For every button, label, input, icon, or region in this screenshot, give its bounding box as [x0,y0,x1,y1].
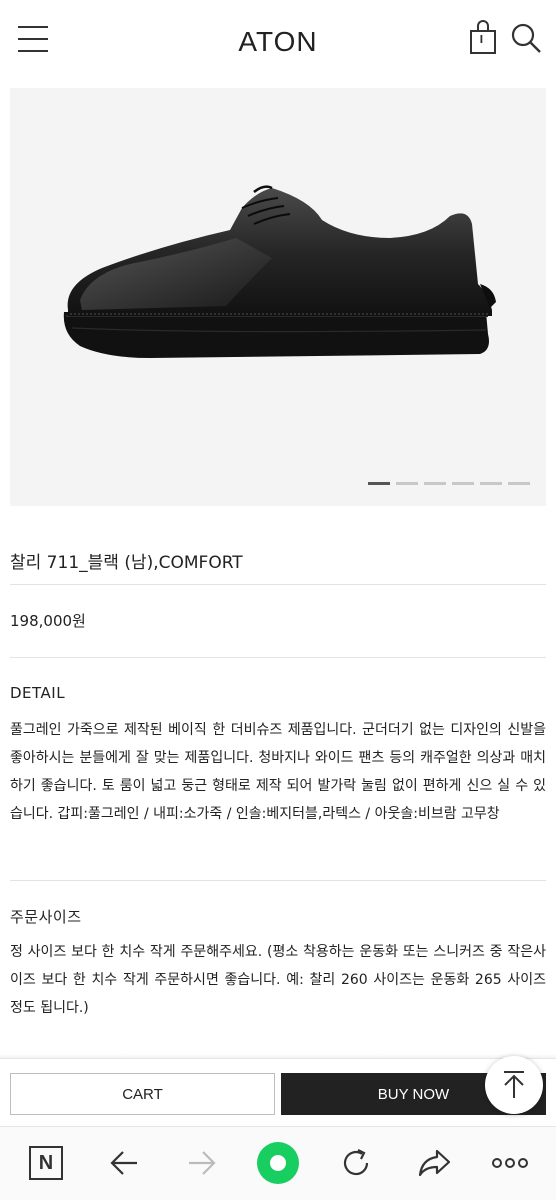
carousel-dot[interactable] [452,482,474,485]
back-arrow-icon [110,1151,137,1175]
product-title: 찰리 711_블랙 (남),COMFORT [10,553,243,573]
divider [10,880,546,881]
share-icon [418,1149,451,1177]
product-image [63,185,496,358]
add-to-cart-button[interactable]: CART [10,1073,275,1115]
shopping-bag-icon[interactable] [468,20,498,56]
detail-heading: DETAIL [10,684,66,702]
forward-arrow-icon [189,1151,216,1175]
carousel-dot[interactable] [424,482,446,485]
green-circle-icon [257,1142,299,1184]
product-price: 198,000원 [10,612,86,630]
browser-navigation-bar: N [0,1126,556,1200]
site-header: ATON [0,0,556,88]
more-dots-icon [492,1158,528,1168]
search-icon[interactable] [510,22,542,54]
carousel-indicator [368,482,530,485]
scroll-to-top-button[interactable] [485,1056,543,1114]
purchase-action-bar: CART BUY NOW [0,1058,556,1126]
size-info-heading: 주문사이즈 [10,908,82,926]
share-button[interactable] [412,1141,456,1185]
divider [10,584,546,585]
carousel-dot[interactable] [396,482,418,485]
refresh-button[interactable] [334,1141,378,1185]
carousel-dot[interactable] [480,482,502,485]
carousel-dot[interactable] [508,482,530,485]
product-image-carousel[interactable] [10,88,546,506]
arrow-up-to-top-icon [504,1071,524,1098]
more-button[interactable] [488,1141,532,1185]
detail-description: 풀그레인 가죽으로 제작된 베이직 한 더비슈즈 제품입니다. 군더더기 없는 … [10,722,546,822]
naver-n-icon: N [29,1146,63,1180]
back-button[interactable] [102,1141,146,1185]
forward-button[interactable] [180,1141,224,1185]
refresh-icon [343,1149,369,1176]
carousel-dot-active[interactable] [368,482,390,485]
size-info-description: 정 사이즈 보다 한 치수 작게 주문해주세요. (평소 착용하는 운동화 또는… [10,944,546,1016]
green-dot-button[interactable] [256,1141,300,1185]
divider [10,657,546,658]
naver-home-button[interactable]: N [24,1141,68,1185]
